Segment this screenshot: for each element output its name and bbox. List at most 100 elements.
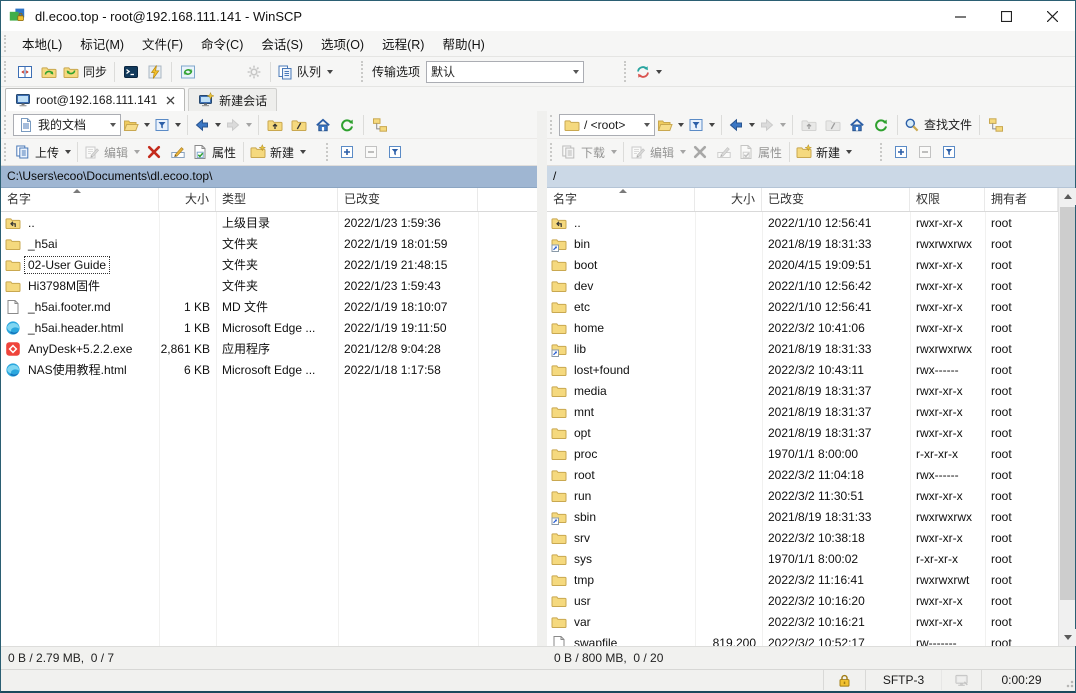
local-path-bar[interactable]: C:\Users\ecoo\Documents\dl.ecoo.top\ bbox=[1, 166, 537, 188]
menu-item[interactable]: 命令(C) bbox=[192, 30, 252, 57]
file-row[interactable]: _h5ai.header.html1 KBMicrosoft Edge ...2… bbox=[1, 317, 537, 338]
menu-item[interactable]: 标记(M) bbox=[71, 30, 133, 57]
file-row[interactable]: ..上级目录2022/1/23 1:59:36 bbox=[1, 212, 537, 233]
local-unselect-button[interactable] bbox=[359, 140, 383, 164]
file-row[interactable]: srv2022/3/2 10:38:18rwxr-xr-xroot bbox=[547, 527, 1075, 548]
remote-home-button[interactable] bbox=[845, 113, 869, 137]
column-header[interactable]: 名字 bbox=[1, 188, 159, 211]
select-gripper[interactable] bbox=[326, 143, 331, 161]
file-row[interactable]: usr2022/3/2 10:16:20rwxr-xr-xroot bbox=[547, 590, 1075, 611]
toolbar-gripper[interactable] bbox=[4, 61, 9, 81]
column-header[interactable]: 大小 bbox=[159, 188, 216, 211]
local-select-button[interactable] bbox=[335, 140, 359, 164]
local-parent-directory-button[interactable] bbox=[263, 113, 287, 137]
column-header[interactable]: 大小 bbox=[695, 188, 762, 211]
nav-gripper[interactable] bbox=[4, 115, 9, 134]
file-row[interactable]: lost+found2022/3/2 10:43:11rwx------root bbox=[547, 359, 1075, 380]
file-row[interactable]: home2022/3/2 10:41:06rwxr-xr-xroot bbox=[547, 317, 1075, 338]
remote-edit-button[interactable]: 编辑 bbox=[628, 140, 688, 164]
file-row[interactable]: swapfile819,2002022/3/2 10:52:17rw------… bbox=[547, 632, 1075, 646]
scroll-up-icon[interactable] bbox=[1059, 188, 1076, 205]
menu-item[interactable]: 文件(F) bbox=[133, 30, 192, 57]
local-properties-button[interactable]: 属性 bbox=[190, 140, 239, 164]
local-back-button[interactable] bbox=[192, 113, 223, 137]
file-row[interactable]: etc2022/1/10 12:56:41rwxr-xr-xroot bbox=[547, 296, 1075, 317]
sync-gripper[interactable] bbox=[624, 61, 629, 81]
menu-item[interactable]: 选项(O) bbox=[312, 30, 373, 57]
file-row[interactable]: boot2020/4/15 19:09:51rwxr-xr-xroot bbox=[547, 254, 1075, 275]
file-row[interactable]: 02-User Guide文件夹2022/1/19 21:48:15 bbox=[1, 254, 537, 275]
remote-properties-button[interactable]: 属性 bbox=[736, 140, 785, 164]
remote-filter-button[interactable] bbox=[686, 113, 717, 137]
local-drive-combobox[interactable]: 我的文档 bbox=[13, 114, 121, 136]
remote-unselect-button[interactable] bbox=[913, 140, 937, 164]
remote-new-button[interactable]: 新建 bbox=[794, 140, 854, 164]
file-row[interactable]: NAS使用教程.html6 KBMicrosoft Edge ...2022/1… bbox=[1, 359, 537, 380]
action-gripper[interactable] bbox=[550, 143, 555, 161]
local-refresh-button[interactable] bbox=[335, 113, 359, 137]
column-header[interactable]: 拥有者 bbox=[985, 188, 1058, 211]
remote-select-filter-button[interactable] bbox=[937, 140, 961, 164]
file-row[interactable]: AnyDesk+5.2.2.exe2,861 KB应用程序2021/12/8 9… bbox=[1, 338, 537, 359]
column-header[interactable]: 权限 bbox=[910, 188, 985, 211]
maximize-button[interactable] bbox=[983, 1, 1029, 31]
close-button[interactable] bbox=[1029, 1, 1075, 31]
remote-delete-button[interactable] bbox=[688, 140, 712, 164]
tab-new-session[interactable]: 新建会话 bbox=[188, 88, 277, 111]
column-header[interactable]: 类型 bbox=[216, 188, 338, 211]
local-rename-button[interactable] bbox=[166, 140, 190, 164]
transfer-preset-combobox[interactable]: 默认 bbox=[426, 61, 584, 83]
download-button[interactable]: 下载 bbox=[559, 140, 619, 164]
file-row[interactable]: root2022/3/2 11:04:18rwx------root bbox=[547, 464, 1075, 485]
action-gripper[interactable] bbox=[4, 143, 9, 161]
remote-rename-button[interactable] bbox=[712, 140, 736, 164]
synchronize-button[interactable] bbox=[37, 60, 61, 84]
open-console-button[interactable] bbox=[119, 60, 143, 84]
minimize-button[interactable] bbox=[937, 1, 983, 31]
menu-gripper[interactable] bbox=[4, 35, 9, 53]
local-open-directory-button[interactable] bbox=[121, 113, 152, 137]
select-gripper[interactable] bbox=[880, 143, 885, 161]
file-row[interactable]: _h5ai.footer.md1 KBMD 文件2022/1/19 18:10:… bbox=[1, 296, 537, 317]
local-open-directory-tree-button[interactable] bbox=[368, 113, 392, 137]
file-row[interactable]: bin2021/8/19 18:31:33rwxrwxrwxroot bbox=[547, 233, 1075, 254]
transfer-settings-button[interactable] bbox=[633, 60, 664, 84]
remote-scrollbar[interactable] bbox=[1058, 188, 1075, 646]
column-header[interactable]: 已改变 bbox=[762, 188, 910, 211]
scroll-down-icon[interactable] bbox=[1059, 629, 1076, 646]
transfer-gripper[interactable] bbox=[361, 61, 366, 81]
menu-item[interactable]: 会话(S) bbox=[252, 30, 312, 57]
local-filter-button[interactable] bbox=[152, 113, 183, 137]
file-row[interactable]: ..2022/1/10 12:56:41rwxr-xr-xroot bbox=[547, 212, 1075, 233]
menu-item[interactable]: 帮助(H) bbox=[433, 30, 493, 57]
file-row[interactable]: sbin2021/8/19 18:31:33rwxrwxrwxroot bbox=[547, 506, 1075, 527]
local-edit-button[interactable]: 编辑 bbox=[82, 140, 142, 164]
local-home-button[interactable] bbox=[311, 113, 335, 137]
file-row[interactable]: Hi3798M固件文件夹2022/1/23 1:59:43 bbox=[1, 275, 537, 296]
file-row[interactable]: dev2022/1/10 12:56:42rwxr-xr-xroot bbox=[547, 275, 1075, 296]
menu-item[interactable]: 远程(R) bbox=[373, 30, 433, 57]
file-row[interactable]: mnt2021/8/19 18:31:37rwxr-xr-xroot bbox=[547, 401, 1075, 422]
local-delete-button[interactable] bbox=[142, 140, 166, 164]
tab-session-active[interactable]: root@192.168.111.141 bbox=[5, 88, 185, 111]
remote-back-button[interactable] bbox=[726, 113, 757, 137]
file-row[interactable]: lib2021/8/19 18:31:33rwxrwxrwxroot bbox=[547, 338, 1075, 359]
file-row[interactable]: media2021/8/19 18:31:37rwxr-xr-xroot bbox=[547, 380, 1075, 401]
preferences-button[interactable] bbox=[242, 60, 266, 84]
remote-open-directory-button[interactable] bbox=[655, 113, 686, 137]
scrollbar-thumb[interactable] bbox=[1060, 207, 1075, 600]
column-header[interactable]: 已改变 bbox=[338, 188, 478, 211]
local-forward-button[interactable] bbox=[223, 113, 254, 137]
find-files-button[interactable]: 查找文件 bbox=[902, 113, 975, 137]
commander-layout-button[interactable] bbox=[13, 60, 37, 84]
remote-forward-button[interactable] bbox=[757, 113, 788, 137]
remote-parent-directory-button[interactable] bbox=[797, 113, 821, 137]
remote-path-combobox[interactable]: / <root> bbox=[559, 114, 655, 136]
resize-grip-icon[interactable] bbox=[1061, 670, 1075, 690]
remote-path-bar[interactable]: / bbox=[547, 166, 1075, 188]
remote-root-directory-button[interactable] bbox=[821, 113, 845, 137]
queue-button[interactable]: 队列 bbox=[275, 60, 335, 84]
remote-select-button[interactable] bbox=[889, 140, 913, 164]
local-root-directory-button[interactable] bbox=[287, 113, 311, 137]
file-row[interactable]: run2022/3/2 11:30:51rwxr-xr-xroot bbox=[547, 485, 1075, 506]
